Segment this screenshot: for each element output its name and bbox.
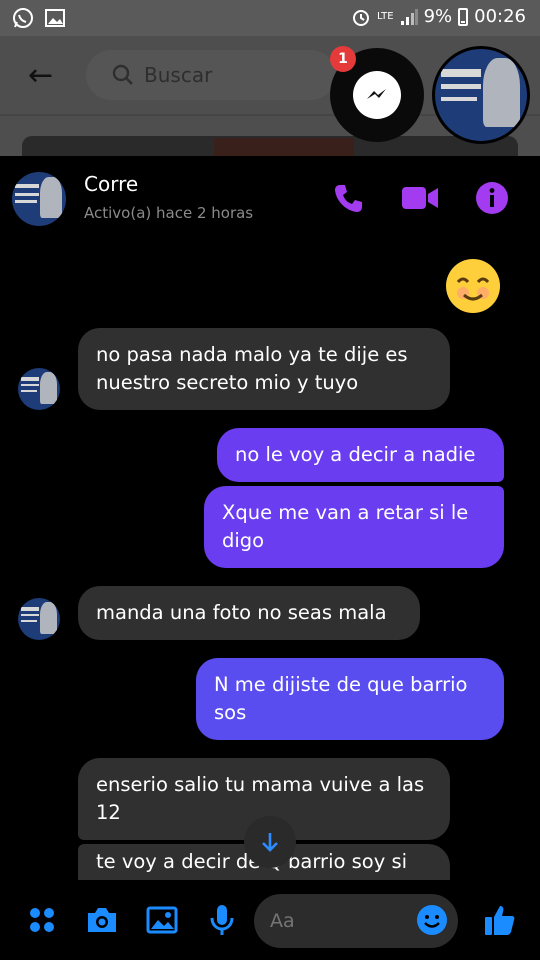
more-actions-button[interactable] <box>22 900 62 940</box>
outgoing-message[interactable]: Xque me van a retar si le digo <box>204 486 504 568</box>
emoji-icon <box>417 905 447 935</box>
whatsapp-icon <box>13 8 33 28</box>
gallery-notification-icon <box>45 9 65 27</box>
contact-status: Activo(a) hace 2 horas <box>84 204 254 222</box>
search-icon <box>112 64 133 85</box>
unread-badge: 1 <box>330 46 356 72</box>
incoming-message[interactable]: no pasa nada malo ya te dije es nuestro … <box>78 328 450 410</box>
status-bar: LTE 9% 00:26 <box>0 0 540 36</box>
back-arrow-icon[interactable]: ← <box>28 58 53 93</box>
search-bar[interactable]: Buscar <box>86 50 336 100</box>
composer-bar <box>0 880 540 960</box>
incoming-message[interactable]: manda una foto no seas mala <box>78 586 420 640</box>
emoji-button[interactable] <box>412 900 452 940</box>
alarm-icon <box>352 9 369 26</box>
battery-percent: 9% <box>423 6 453 27</box>
battery-icon <box>458 7 469 26</box>
scroll-to-bottom-button[interactable] <box>244 816 296 868</box>
video-call-button[interactable] <box>400 178 440 218</box>
contact-chat-head-avatar[interactable] <box>432 46 530 144</box>
phone-icon <box>335 185 362 212</box>
info-icon <box>476 182 508 214</box>
call-button[interactable] <box>328 178 368 218</box>
outgoing-message[interactable]: no le voy a decir a nadie <box>217 428 504 482</box>
clock: 00:26 <box>474 6 526 27</box>
contact-avatar[interactable] <box>12 172 66 226</box>
camera-icon <box>88 908 116 932</box>
arrow-down-icon <box>262 833 278 852</box>
microphone-icon <box>210 905 234 935</box>
sender-avatar[interactable] <box>18 598 60 640</box>
messenger-icon <box>353 71 401 119</box>
smiling-emoji-icon[interactable] <box>446 259 500 313</box>
chat-panel: Corre Activo(a) hace 2 horas no pasa nad… <box>0 156 540 960</box>
chat-header: Corre Activo(a) hace 2 horas <box>0 156 540 236</box>
camera-button[interactable] <box>82 900 122 940</box>
grid-dots-icon <box>30 908 54 932</box>
network-type: LTE <box>376 10 394 22</box>
info-button[interactable] <box>472 178 512 218</box>
like-button[interactable] <box>480 900 520 940</box>
image-icon <box>146 906 178 934</box>
signal-icon <box>400 8 418 25</box>
outgoing-message[interactable]: N me dijiste de que barrio sos <box>196 658 504 740</box>
gallery-button[interactable] <box>142 900 182 940</box>
contact-name[interactable]: Corre <box>84 172 138 196</box>
sender-avatar[interactable] <box>18 368 60 410</box>
search-placeholder: Buscar <box>144 63 213 87</box>
thumbs-up-icon <box>485 906 515 935</box>
voice-button[interactable] <box>202 900 242 940</box>
video-camera-icon <box>402 187 438 209</box>
